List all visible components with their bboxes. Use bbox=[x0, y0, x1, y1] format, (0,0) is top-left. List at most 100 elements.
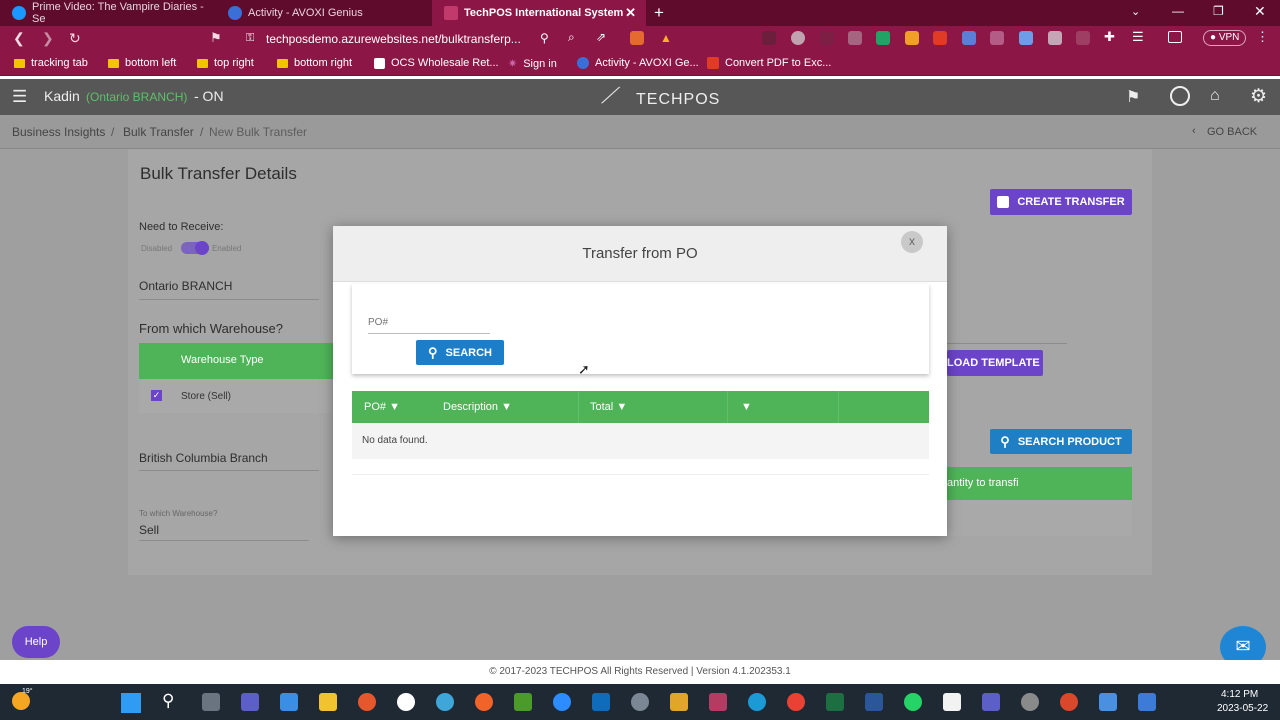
new-tab-button[interactable]: + bbox=[654, 3, 664, 23]
slack-icon[interactable] bbox=[436, 693, 454, 711]
to-warehouse-value[interactable]: Sell bbox=[139, 523, 159, 537]
go-back-link[interactable]: GO BACK bbox=[1207, 126, 1257, 138]
upload-template-button[interactable]: LOAD TEMPLATE bbox=[947, 350, 1043, 376]
bookmark-top-right[interactable]: top right bbox=[197, 57, 254, 69]
close-window-icon[interactable]: ✕ bbox=[1254, 3, 1266, 20]
settings-app-icon[interactable] bbox=[631, 693, 649, 711]
app-icon[interactable] bbox=[1099, 693, 1117, 711]
extension-icon[interactable] bbox=[962, 31, 976, 45]
outlook-icon[interactable] bbox=[592, 693, 610, 711]
modal-header: Transfer from PO x bbox=[333, 226, 947, 282]
extension-icon[interactable] bbox=[762, 31, 776, 45]
po-number-input[interactable] bbox=[368, 312, 490, 334]
column-description[interactable]: Description ▼ bbox=[443, 401, 512, 413]
column-total[interactable]: Total ▼ bbox=[590, 401, 627, 413]
discord-icon[interactable] bbox=[397, 693, 415, 711]
bookmark-tracking-tab[interactable]: tracking tab bbox=[14, 57, 88, 69]
browser-tab-techpos[interactable]: TechPOS International System ✕ bbox=[432, 0, 646, 26]
teams-icon[interactable] bbox=[241, 693, 259, 711]
extension-icon[interactable] bbox=[1048, 31, 1062, 45]
extensions-puzzle-icon[interactable]: ✚ bbox=[1104, 29, 1115, 45]
wallet-icon[interactable] bbox=[1168, 31, 1182, 43]
app-icon[interactable] bbox=[1138, 693, 1156, 711]
zoom-icon[interactable] bbox=[553, 693, 571, 711]
notion-icon[interactable] bbox=[943, 693, 961, 711]
breadcrumb-bulk-transfer[interactable]: Bulk Transfer bbox=[123, 125, 194, 139]
chatgpt-icon[interactable] bbox=[1021, 693, 1039, 711]
clock-icon[interactable] bbox=[1170, 86, 1190, 106]
breadcrumb-business-insights[interactable]: Business Insights bbox=[12, 125, 105, 139]
warehouse-row[interactable]: ✓ Store (Sell) bbox=[139, 379, 333, 413]
firefox-icon[interactable] bbox=[1060, 693, 1078, 711]
menu-icon[interactable]: ⋮ bbox=[1256, 29, 1269, 45]
checkbox-checked-icon[interactable]: ✓ bbox=[151, 390, 162, 401]
key-icon[interactable]: ⚲ bbox=[540, 31, 549, 45]
file-explorer-icon[interactable] bbox=[319, 693, 337, 711]
create-transfer-button[interactable]: CREATE TRANSFER bbox=[990, 189, 1132, 215]
hamburger-menu-icon[interactable]: ☰ bbox=[12, 87, 27, 107]
browser-tab-prime[interactable]: Prime Video: The Vampire Diaries - Se bbox=[0, 0, 216, 26]
postman-icon[interactable] bbox=[475, 693, 493, 711]
extension-icon[interactable] bbox=[791, 31, 805, 45]
snipping-tool-icon[interactable] bbox=[709, 693, 727, 711]
extension-icon[interactable] bbox=[905, 31, 919, 45]
store-app-icon[interactable] bbox=[280, 693, 298, 711]
need-to-receive-toggle[interactable] bbox=[181, 241, 209, 255]
pdf-extension-icon[interactable] bbox=[933, 31, 947, 45]
quantity-header-label: antity to transfi bbox=[947, 477, 1019, 489]
extension-icon[interactable] bbox=[820, 31, 834, 45]
po-search-button[interactable]: ⚲ SEARCH bbox=[416, 340, 504, 365]
bookmark-bottom-right[interactable]: bottom right bbox=[277, 57, 352, 69]
zoom-icon[interactable]: ⌕ bbox=[568, 30, 575, 45]
breadcrumb-separator: / bbox=[200, 125, 204, 139]
transfer-flag-icon[interactable]: ⚑ bbox=[1126, 87, 1140, 107]
brave-shield-icon[interactable] bbox=[630, 31, 644, 45]
teams-work-icon[interactable] bbox=[982, 693, 1000, 711]
modal-close-button[interactable]: x bbox=[901, 231, 923, 253]
tab-search-icon[interactable]: ⌄ bbox=[1131, 5, 1140, 18]
extension-icon[interactable] bbox=[990, 31, 1004, 45]
help-button[interactable]: Help bbox=[12, 626, 60, 658]
avoxi-icon bbox=[228, 6, 242, 20]
url-field[interactable]: ⚿ techposdemo.azurewebsites.net/bulktran… bbox=[238, 29, 678, 49]
forward-icon[interactable]: ❯ bbox=[42, 30, 54, 47]
reading-list-icon[interactable]: ☰ bbox=[1132, 29, 1144, 45]
excel-icon[interactable] bbox=[826, 693, 844, 711]
terminal-icon[interactable] bbox=[514, 693, 532, 711]
bookmark-ocs[interactable]: OCS Wholesale Ret... bbox=[374, 57, 499, 69]
taskbar-search-icon[interactable]: ⚲ bbox=[162, 691, 174, 711]
share-icon[interactable]: ⇗ bbox=[596, 30, 606, 44]
sticky-notes-icon[interactable] bbox=[670, 693, 688, 711]
column-extra[interactable]: ▼ bbox=[741, 401, 752, 413]
restore-icon[interactable]: ❐ bbox=[1213, 4, 1224, 18]
browser-tab-avoxi[interactable]: Activity - AVOXI Genius bbox=[216, 0, 432, 26]
bookmark-convert-pdf[interactable]: Convert PDF to Exc... bbox=[707, 57, 831, 69]
vpn-button[interactable]: ● VPN bbox=[1203, 30, 1247, 46]
task-view-icon[interactable] bbox=[202, 693, 220, 711]
bookmark-icon[interactable]: ⚑ bbox=[210, 30, 222, 46]
minimize-icon[interactable]: — bbox=[1172, 4, 1184, 18]
extension-icon[interactable] bbox=[1019, 31, 1033, 45]
bookmark-bottom-left[interactable]: bottom left bbox=[108, 57, 176, 69]
windows-start-icon[interactable] bbox=[121, 693, 141, 713]
settings-gear-icon[interactable]: ⚙ bbox=[1250, 85, 1267, 108]
brave-browser-icon[interactable] bbox=[358, 693, 376, 711]
word-icon[interactable] bbox=[865, 693, 883, 711]
extension-icon[interactable] bbox=[848, 31, 862, 45]
search-product-button[interactable]: ⚲ SEARCH PRODUCT bbox=[990, 429, 1132, 454]
close-tab-icon[interactable]: ✕ bbox=[625, 5, 636, 21]
brave-rewards-icon[interactable]: ▲ bbox=[660, 31, 672, 45]
folder-icon bbox=[108, 58, 119, 68]
whatsapp-icon[interactable] bbox=[904, 693, 922, 711]
reload-icon[interactable]: ↻ bbox=[69, 30, 81, 47]
bookmark-sign-in[interactable]: ✷ Sign in bbox=[508, 57, 557, 71]
extension-icon[interactable] bbox=[1076, 31, 1090, 45]
bookmark-avoxi[interactable]: Activity - AVOXI Ge... bbox=[577, 57, 699, 69]
edge-icon[interactable] bbox=[748, 693, 766, 711]
filter-arrow-icon: ▼ bbox=[389, 401, 400, 413]
store-icon[interactable]: ⌂ bbox=[1210, 87, 1220, 105]
chrome-icon[interactable] bbox=[787, 693, 805, 711]
back-icon[interactable]: ❮ bbox=[13, 30, 25, 47]
excel-extension-icon[interactable] bbox=[876, 31, 890, 45]
column-po[interactable]: PO# ▼ bbox=[364, 401, 400, 413]
